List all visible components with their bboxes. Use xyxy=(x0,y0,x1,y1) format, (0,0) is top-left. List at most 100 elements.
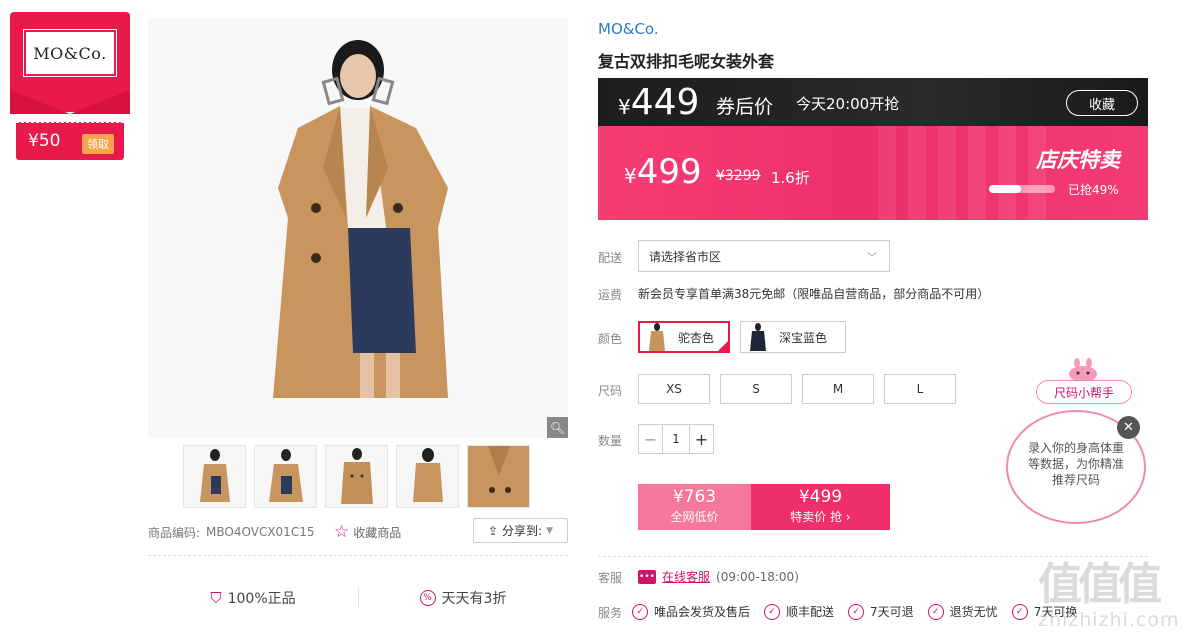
service-item-label: 7天可退 xyxy=(870,605,914,619)
buy-now-button[interactable]: ¥499 特卖价 抢 › xyxy=(751,484,890,530)
watermark-logo: 值值值 xyxy=(1038,559,1162,610)
shield-icon: ⛉ xyxy=(210,589,222,607)
divider xyxy=(598,556,1148,557)
collect-button[interactable]: 收藏 xyxy=(1066,90,1138,116)
coupon-footer: ¥50 领取 xyxy=(16,122,124,160)
service-item: ✓ 顺丰配送 xyxy=(764,603,834,620)
thumbnail-image xyxy=(468,446,529,507)
product-code: MBO4OVCX01C15 xyxy=(206,525,315,539)
divider xyxy=(148,555,568,556)
thumbnail[interactable] xyxy=(254,445,317,508)
size-option-l[interactable]: L xyxy=(884,374,956,404)
color-swatch-image xyxy=(649,323,665,351)
service-hours: (09:00-18:00) xyxy=(716,569,799,584)
shipping-text: 新会员专享首单满38元免邮（限唯品自营商品，部分商品不可用） xyxy=(638,287,990,301)
thumbnail-strip xyxy=(183,445,530,508)
online-service: ••• 在线客服 (09:00-18:00) xyxy=(638,568,799,585)
online-service-link[interactable]: 在线客服 xyxy=(662,568,710,585)
bunny-mascot-icon xyxy=(1069,358,1097,382)
size-option-m[interactable]: M xyxy=(802,374,874,404)
product-main-image[interactable] xyxy=(148,18,568,438)
watermark: 值值值 zhizhizhi.com xyxy=(1038,559,1180,640)
share-icon: ⇪ xyxy=(487,523,499,538)
thumbnail[interactable] xyxy=(325,445,388,508)
chevron-down-icon: ﹀ xyxy=(867,253,877,264)
check-circle-icon: ✓ xyxy=(764,603,781,620)
check-circle-icon: ✓ xyxy=(927,603,944,620)
check-circle-icon: ✓ xyxy=(848,603,865,620)
quantity-value[interactable]: 1 xyxy=(663,425,689,453)
product-title: 复古双排扣毛呢女装外套 xyxy=(598,52,775,71)
discount-badge: % 天天有3折 xyxy=(358,588,568,608)
chevron-down-icon: ▼ xyxy=(546,525,554,536)
guarantee-badges: ⛉ 100%正品 % 天天有3折 xyxy=(148,588,568,608)
color-option-navy[interactable]: 深宝蓝色 xyxy=(740,321,846,353)
color-option-label: 驼杏色 xyxy=(678,330,715,345)
thumbnail[interactable] xyxy=(183,445,246,508)
increase-button[interactable]: + xyxy=(689,425,713,453)
favorite-label: 收藏商品 xyxy=(353,525,402,540)
zoom-icon[interactable]: 🔍︎ xyxy=(547,417,568,438)
thumbnail[interactable] xyxy=(467,445,530,508)
size-option-s[interactable]: S xyxy=(720,374,792,404)
size-helper-tag[interactable]: 尺码小帮手 xyxy=(1036,380,1132,404)
region-select-value: 请选择省市区 xyxy=(649,249,722,264)
service-list: ✓ 唯品会发货及售后 ✓ 顺丰配送 ✓ 7天可退 ✓ 退货无忧 ✓ 7天可换 xyxy=(632,603,1077,620)
model-illustration xyxy=(148,18,568,438)
star-icon: ☆ xyxy=(334,522,350,542)
quantity-label: 数量 xyxy=(598,434,623,448)
size-helper-text: 录入你的身高体重等数据，为你精准推荐尺码 xyxy=(1028,441,1125,487)
coupon-claim-button[interactable]: 领取 xyxy=(82,134,114,154)
thumbnail-image xyxy=(341,448,373,504)
watermark-site: zhizhizhi.com xyxy=(1038,609,1180,631)
share-label: 分享到: xyxy=(502,524,543,538)
buy-label: 特卖价 抢 › xyxy=(790,510,851,524)
product-code-label: 商品编码: xyxy=(148,525,201,540)
service-item-label: 顺丰配送 xyxy=(786,605,835,619)
chat-icon: ••• xyxy=(638,569,656,584)
service-item-label: 唯品会发货及售后 xyxy=(654,605,751,619)
check-icon xyxy=(716,339,730,353)
thumbnail-image xyxy=(269,449,303,502)
customer-service-label: 客服 xyxy=(598,571,623,585)
sale-price: ¥499 xyxy=(624,152,702,192)
currency-symbol: ¥ xyxy=(618,95,631,119)
delivery-label: 配送 xyxy=(598,251,623,265)
color-swatch-image xyxy=(750,323,766,351)
service-item: ✓ 唯品会发货及售后 xyxy=(632,603,750,620)
service-item: ✓ 退货无忧 xyxy=(927,603,998,620)
store-coupon[interactable]: MO&Co. ¥50 领取 xyxy=(10,12,130,160)
shipping-label: 运费 xyxy=(598,288,623,302)
thumbnail[interactable] xyxy=(396,445,459,508)
share-button[interactable]: ⇪ 分享到: ▼ xyxy=(473,518,568,543)
percent-icon: % xyxy=(419,590,436,606)
close-icon[interactable]: ✕ xyxy=(1117,416,1140,439)
size-option-xs[interactable]: XS xyxy=(638,374,710,404)
authentic-badge: ⛉ 100%正品 xyxy=(148,588,358,608)
divider xyxy=(358,588,359,606)
color-option-label: 深宝蓝色 xyxy=(779,330,828,345)
coupon-price-value: 449 xyxy=(630,82,700,123)
favorite-button[interactable]: ☆ 收藏商品 xyxy=(334,522,401,542)
discount-rate: 1.6折 xyxy=(771,169,810,187)
event-label: 店庆特卖 xyxy=(1036,148,1120,172)
sale-price-banner: ¥499 ¥3299 1.6折 店庆特卖 已抢49% xyxy=(598,126,1148,220)
currency-symbol: ¥ xyxy=(624,164,637,188)
color-label: 颜色 xyxy=(598,332,623,346)
check-circle-icon: ✓ xyxy=(632,603,648,620)
sold-percent-text: 已抢49% xyxy=(1068,183,1119,197)
original-price: ¥3299 xyxy=(716,168,761,184)
thumbnail-image xyxy=(200,449,230,502)
brand-link[interactable]: MO&Co. xyxy=(598,20,659,38)
color-option-camel[interactable]: 驼杏色 xyxy=(638,321,730,353)
region-select[interactable]: 请选择省市区 ﹀ xyxy=(638,240,890,272)
sold-progress-fill xyxy=(989,185,1022,193)
decrease-button[interactable]: − xyxy=(639,425,663,453)
buy-price: ¥499 xyxy=(798,487,843,507)
sale-start-time: 今天20:00开抢 xyxy=(796,95,900,113)
coupon-amount: ¥50 xyxy=(28,131,61,151)
quantity-stepper: − 1 + xyxy=(638,424,714,454)
check-circle-icon: ✓ xyxy=(1011,603,1028,620)
coupon-header: MO&Co. xyxy=(10,12,130,112)
product-meta-row: 商品编码: MBO4OVCX01C15 ☆ 收藏商品 ⇪ 分享到: ▼ xyxy=(148,518,568,543)
